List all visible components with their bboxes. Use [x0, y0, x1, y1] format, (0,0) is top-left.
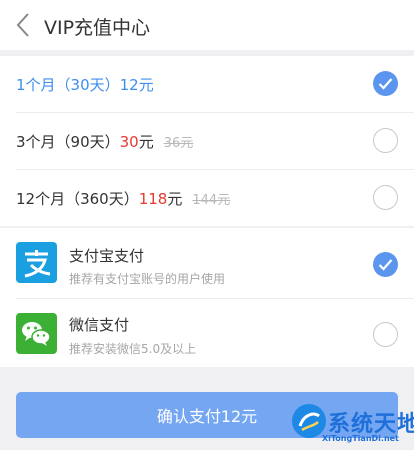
- plan-price: 30: [119, 133, 139, 151]
- payment-method-list: 支付宝支付 推荐有支付宝账号的用户使用 微信支付 推荐安装微信5.0及以上: [0, 228, 414, 367]
- watermark: 系统天地 XiTongTianDi.net: [292, 400, 414, 450]
- plan-option-12-months[interactable]: 12个月（360天）118元 144元: [0, 170, 414, 226]
- radio-unchecked-icon[interactable]: [373, 185, 398, 210]
- plan-option-1-month[interactable]: 1个月（30天）12元: [0, 56, 414, 112]
- payment-title: 微信支付: [69, 316, 130, 334]
- plan-original-price: 36元: [163, 136, 194, 151]
- watermark-logo-icon: [292, 404, 326, 438]
- payment-option-wechat[interactable]: 微信支付 推荐安装微信5.0及以上: [0, 299, 414, 367]
- radio-checked-icon[interactable]: [373, 71, 398, 96]
- plan-option-3-months[interactable]: 3个月（90天）30元 36元: [0, 113, 414, 169]
- plan-price: 12元: [119, 76, 154, 94]
- watermark-url: XiTongTianDi.net: [322, 434, 399, 443]
- plan-price-unit: 元: [138, 133, 154, 151]
- plan-price: 118: [138, 190, 168, 208]
- header-bar: VIP充值中心: [0, 0, 414, 50]
- radio-unchecked-icon[interactable]: [373, 128, 398, 153]
- page-title: VIP充值中心: [44, 17, 151, 39]
- plan-original-price: 144元: [192, 193, 231, 208]
- payment-subtitle: 推荐有支付宝账号的用户使用: [69, 272, 226, 286]
- chevron-left-icon[interactable]: [14, 11, 32, 39]
- alipay-icon: [16, 242, 57, 283]
- wechat-icon: [16, 313, 57, 354]
- plan-label: 12个月（360天）: [16, 190, 139, 208]
- payment-subtitle: 推荐安装微信5.0及以上: [69, 342, 197, 356]
- plan-label: 1个月（30天）: [16, 76, 120, 94]
- payment-title: 支付宝支付: [69, 247, 145, 265]
- plan-price-unit: 元: [167, 190, 183, 208]
- radio-unchecked-icon[interactable]: [373, 322, 398, 347]
- plan-label: 3个月（90天）: [16, 133, 120, 151]
- radio-checked-icon[interactable]: [373, 252, 398, 277]
- plan-list: 1个月（30天）12元 3个月（90天）30元 36元 12个月（360天）118…: [0, 56, 414, 226]
- payment-option-alipay[interactable]: 支付宝支付 推荐有支付宝账号的用户使用: [0, 228, 414, 298]
